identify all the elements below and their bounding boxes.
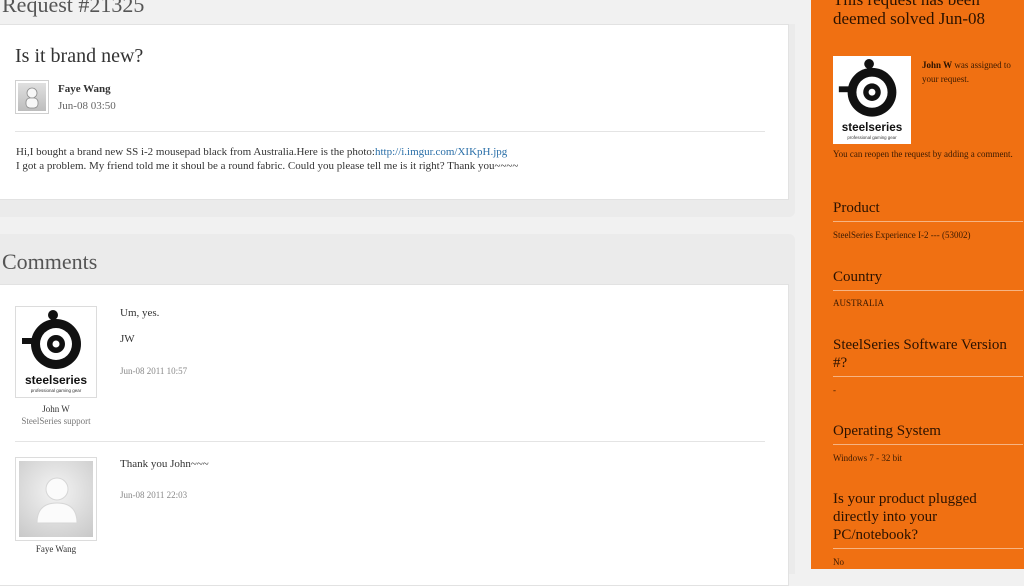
- comments-list: steelseries professional gaming gear Joh…: [0, 284, 789, 586]
- comment-line: Thank you John~~~: [120, 458, 209, 470]
- photo-link[interactable]: http://i.imgur.com/XIKpH.jpg: [375, 146, 507, 158]
- field-label-software-version: SteelSeries Software Version #?: [833, 337, 1007, 371]
- comments-panel: Comments steelseries professional gaming…: [0, 234, 795, 586]
- request-body-line2: I got a problem. My friend told me it sh…: [16, 160, 519, 172]
- comment-avatar: [15, 457, 97, 541]
- comment-line: Um, yes.: [120, 307, 160, 319]
- field-value-software-version: -: [833, 385, 836, 395]
- comment-avatar: steelseries professional gaming gear: [15, 306, 97, 398]
- solved-status-title: This request has been deemed solved Jun-…: [833, 0, 986, 28]
- divider: [15, 131, 765, 132]
- field-value-product: SteelSeries Experience I-2 --- (53002): [833, 230, 971, 240]
- default-user-icon: [18, 83, 46, 111]
- steelseries-logo-icon: steelseries professional gaming gear: [838, 59, 903, 140]
- request-heading: Is it brand new?: [15, 45, 144, 67]
- author-avatar: [15, 80, 49, 114]
- assignment-text: John W was assigned to your request.: [922, 58, 1024, 86]
- steelseries-logo-icon: steelseries professional gaming gear: [22, 310, 87, 393]
- field-label-plugged-directly: Is your product plugged directly into yo…: [833, 491, 977, 543]
- comment-date: Jun-08 2011 22:03: [120, 490, 188, 500]
- request-panel: Is it brand new? Faye Wang Jun-08 03:50 …: [0, 24, 795, 217]
- request-date: Jun-08 03:50: [58, 100, 116, 112]
- comments-title: Comments: [2, 249, 98, 274]
- request-sidebar: This request has been deemed solved Jun-…: [811, 0, 1024, 569]
- logo-tagline: professional gaming gear: [847, 135, 897, 140]
- page-title: Request #21325: [2, 0, 145, 17]
- divider: [833, 290, 1023, 291]
- request-body-text: Hi,I bought a brand new SS i-2 mousepad …: [16, 146, 375, 158]
- field-value-plugged-directly: No: [833, 557, 844, 567]
- divider: [833, 221, 1023, 222]
- comment-date: Jun-08 2011 10:57: [120, 366, 188, 376]
- request-body: Hi,I bought a brand new SS i-2 mousepad …: [16, 145, 518, 173]
- comment-author-role: SteelSeries support: [21, 416, 91, 426]
- divider: [15, 441, 765, 442]
- field-value-operating-system: Windows 7 - 32 bit: [833, 453, 903, 463]
- divider: [833, 548, 1023, 549]
- field-label-operating-system: Operating System: [833, 423, 941, 439]
- logo-wordmark: steelseries: [842, 121, 903, 134]
- logo-tagline: professional gaming gear: [31, 388, 82, 393]
- assignee-avatar: steelseries professional gaming gear: [833, 56, 911, 144]
- divider: [833, 376, 1023, 377]
- author-name[interactable]: Faye Wang: [58, 83, 111, 95]
- field-label-country: Country: [833, 269, 883, 285]
- request-card: Is it brand new? Faye Wang Jun-08 03:50 …: [0, 24, 789, 200]
- comment-line: JW: [120, 333, 135, 345]
- field-value-country: AUSTRALIA: [833, 298, 884, 308]
- default-user-icon: [19, 461, 93, 537]
- reopen-hint: You can reopen the request by adding a c…: [833, 149, 1013, 159]
- comment-author[interactable]: Faye Wang: [15, 544, 97, 554]
- field-label-product: Product: [833, 200, 880, 216]
- logo-wordmark: steelseries: [25, 373, 87, 387]
- assignee-name[interactable]: John W: [922, 60, 952, 70]
- comment-author[interactable]: John W: [15, 404, 97, 414]
- divider: [833, 444, 1023, 445]
